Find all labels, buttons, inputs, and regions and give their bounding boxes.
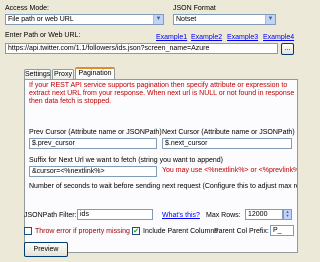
json-format-label: JSON Format: [173, 5, 216, 12]
chevron-down-icon[interactable]: ▼: [153, 15, 163, 24]
parent-prefix-label: Parent Col Prefix:: [214, 228, 269, 235]
jsonpath-filter-label: JSONPath Filter:: [24, 212, 77, 219]
parent-prefix-input[interactable]: P_: [270, 225, 294, 236]
example4-link[interactable]: Example4: [263, 33, 294, 42]
max-rows-input[interactable]: 12000: [245, 209, 283, 220]
whats-this-link[interactable]: What's this?: [162, 211, 200, 220]
preview-button[interactable]: Preview: [24, 242, 68, 257]
spin-arrows-icon[interactable]: ▲ ▼: [283, 209, 292, 220]
pagination-info: If your REST API service supports pagina…: [29, 82, 295, 105]
example2-link[interactable]: Example2: [191, 33, 222, 42]
example3-link[interactable]: Example3: [227, 33, 258, 42]
json-format-value: Notset: [176, 16, 197, 23]
suffix-label: Suffix for Next Url we want to fetch (st…: [29, 157, 224, 164]
throw-error-label: Throw error if property missing: [35, 228, 130, 235]
tab-pagination[interactable]: Pagination: [75, 67, 115, 79]
wait-seconds-label: Number of seconds to wait before sending…: [29, 183, 298, 190]
access-mode-select[interactable]: File path or web URL ▼: [5, 14, 164, 25]
include-parent-label: Include Parent Columns: [143, 228, 218, 235]
next-cursor-label: Next Cursor (Attribute name or JSONPath): [162, 129, 295, 136]
access-mode-label: Access Mode:: [5, 5, 49, 12]
prev-cursor-label: Prev Cursor (Attribute name or JSONPath): [29, 129, 162, 136]
browse-button[interactable]: ...: [281, 43, 294, 55]
chevron-down-icon[interactable]: ▼: [265, 15, 275, 24]
suffix-input[interactable]: &cursor=<%nextlink%>: [29, 166, 157, 177]
jsonpath-filter-input[interactable]: ids: [77, 209, 153, 220]
prev-cursor-input[interactable]: $.prev_cursor: [29, 138, 157, 149]
throw-error-checkbox[interactable]: [24, 227, 32, 235]
path-input[interactable]: https://api.twitter.com/1.1/followers/id…: [5, 43, 278, 54]
json-format-select[interactable]: Notset ▼: [173, 14, 276, 25]
include-parent-checkbox[interactable]: ✔: [132, 227, 140, 235]
example1-link[interactable]: Example1: [156, 33, 187, 42]
checkmark-icon: ✔: [133, 228, 139, 235]
next-cursor-input[interactable]: $.next_cursor: [162, 138, 292, 149]
suffix-hint: You may use <%nextlink%> or <%prevlink%: [162, 167, 298, 174]
max-rows-label: Max Rows:: [206, 212, 241, 219]
path-label: Enter Path or Web URL:: [5, 32, 81, 39]
access-mode-value: File path or web URL: [8, 16, 74, 23]
